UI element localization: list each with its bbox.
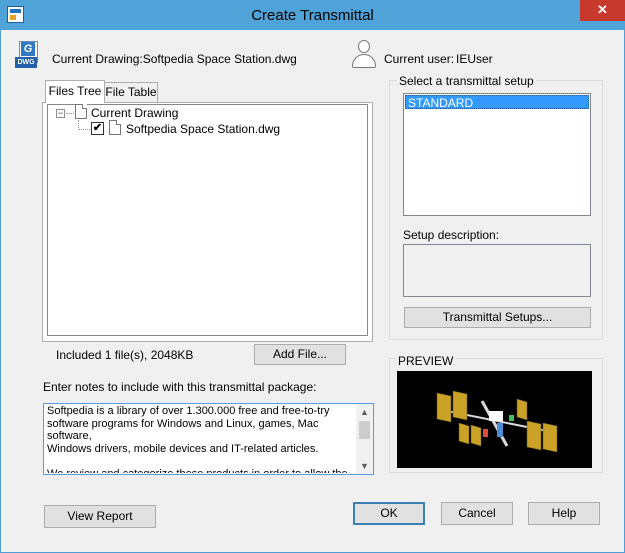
setup-description-label: Setup description: bbox=[403, 228, 500, 242]
add-file-button[interactable]: Add File... bbox=[254, 344, 346, 365]
notes-text[interactable]: Softpedia is a library of over 1.300.000… bbox=[47, 405, 357, 473]
station-detail bbox=[483, 429, 488, 437]
station-detail bbox=[497, 423, 503, 437]
notes-label: Enter notes to include with this transmi… bbox=[43, 380, 317, 394]
dwg-file-tag: DWG bbox=[15, 57, 37, 68]
current-user-value: IEUser bbox=[456, 52, 493, 66]
station-solar-panel bbox=[516, 398, 528, 421]
tree-item-file[interactable]: Softpedia Space Station.dwg bbox=[126, 122, 280, 136]
notes-textarea[interactable]: Softpedia is a library of over 1.300.000… bbox=[43, 403, 374, 475]
space-station-preview bbox=[436, 390, 558, 453]
tree-connector bbox=[66, 113, 74, 114]
tree-connector bbox=[78, 129, 90, 130]
include-file-checkbox[interactable]: ✔ bbox=[91, 122, 104, 135]
close-button[interactable]: ✕ bbox=[580, 0, 625, 21]
scrollbar-thumb[interactable] bbox=[359, 421, 370, 439]
setup-list-item[interactable]: STANDARD bbox=[405, 95, 589, 110]
window-title: Create Transmittal bbox=[251, 7, 374, 24]
dwg-file-glyph: G bbox=[21, 42, 35, 56]
files-tree-view[interactable] bbox=[47, 104, 368, 336]
scroll-up-icon[interactable]: ▲ bbox=[356, 404, 373, 420]
setup-group-label: Select a transmittal setup bbox=[397, 74, 536, 88]
preview-label: PREVIEW bbox=[396, 354, 456, 368]
tab-file-table[interactable]: File Table bbox=[104, 82, 158, 102]
station-solar-panel bbox=[542, 422, 558, 453]
station-solar-panel bbox=[470, 424, 482, 447]
station-module bbox=[480, 400, 509, 447]
station-solar-panel bbox=[526, 420, 542, 451]
scroll-down-icon[interactable]: ▼ bbox=[356, 458, 373, 474]
space-station-drawing bbox=[436, 390, 558, 453]
current-user-label: Current user: bbox=[384, 52, 455, 66]
setup-listbox[interactable]: STANDARD bbox=[403, 93, 591, 216]
document-icon bbox=[75, 104, 87, 119]
included-files-status: Included 1 file(s), 2048KB bbox=[56, 348, 194, 362]
help-button[interactable]: Help bbox=[528, 502, 600, 525]
user-silhouette-icon bbox=[350, 39, 378, 69]
station-solar-panel bbox=[436, 392, 452, 423]
notes-scrollbar[interactable]: ▲ ▼ bbox=[356, 404, 373, 474]
user-icon-body bbox=[352, 54, 376, 68]
view-report-button[interactable]: View Report bbox=[44, 505, 156, 528]
setup-description-field bbox=[403, 244, 591, 297]
current-drawing-label: Current Drawing:Softpedia Space Station.… bbox=[52, 52, 297, 66]
station-core-module bbox=[489, 411, 503, 421]
station-solar-panel bbox=[458, 422, 470, 445]
tree-collapse-icon[interactable]: − bbox=[56, 109, 65, 118]
station-detail bbox=[509, 415, 514, 421]
tab-files-tree[interactable]: Files Tree bbox=[45, 80, 105, 103]
station-solar-panel bbox=[452, 390, 468, 421]
transmittal-setups-button[interactable]: Transmittal Setups... bbox=[404, 307, 591, 328]
ok-button[interactable]: OK bbox=[353, 502, 425, 525]
tree-item-current-drawing[interactable]: Current Drawing bbox=[91, 106, 178, 120]
preview-image bbox=[397, 371, 592, 468]
dwg-file-icon: G DWG bbox=[15, 41, 39, 69]
document-icon bbox=[109, 120, 121, 135]
cancel-button[interactable]: Cancel bbox=[441, 502, 513, 525]
user-icon-head bbox=[358, 40, 370, 53]
